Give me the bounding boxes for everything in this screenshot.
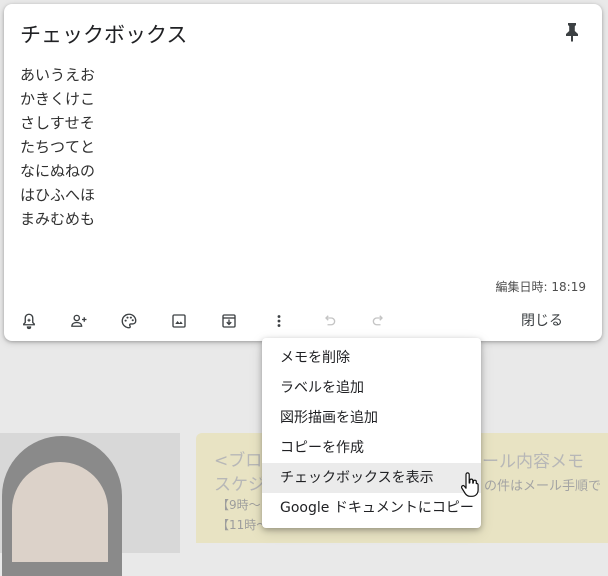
background-note-line: 【9時〜 xyxy=(217,498,261,512)
background-note-subtext: の件はメール手順で xyxy=(484,479,602,494)
note-toolbar: 閉じる xyxy=(4,304,602,338)
redo-icon[interactable] xyxy=(366,308,392,334)
menu-item-add-label[interactable]: ラベルを追加 xyxy=(262,373,481,403)
hand-cursor-icon xyxy=(460,472,480,498)
note-line: たちつてと xyxy=(20,138,96,156)
menu-item-add-drawing[interactable]: 図形描画を追加 xyxy=(262,403,481,433)
background-avatar-face xyxy=(12,462,108,562)
collaborator-icon[interactable] xyxy=(66,308,92,334)
background-note-title: ール内容メモ xyxy=(482,452,584,472)
palette-icon[interactable] xyxy=(116,308,142,334)
background-note-line: スケジ xyxy=(214,475,265,495)
menu-item-show-checkboxes[interactable]: チェックボックスを表示 xyxy=(262,463,481,493)
background-note-line: <ブロ xyxy=(214,451,263,471)
more-options-menu: メモを削除 ラベルを追加 図形描画を追加 コピーを作成 チェックボックスを表示 … xyxy=(262,338,481,528)
image-icon[interactable] xyxy=(166,308,192,334)
note-line: なにぬねの xyxy=(20,162,96,180)
pin-icon[interactable] xyxy=(560,20,584,44)
note-title[interactable]: チェックボックス xyxy=(20,19,187,49)
note-body[interactable]: あいうえお かきくけこ さしすせそ たちつてと なにぬねの はひふへほ まみむめ… xyxy=(20,63,95,231)
more-icon[interactable] xyxy=(266,308,292,334)
undo-icon[interactable] xyxy=(316,308,342,334)
archive-icon[interactable] xyxy=(216,308,242,334)
note-line: はひふへほ xyxy=(20,186,96,204)
close-button[interactable]: 閉じる xyxy=(504,309,580,333)
menu-item-make-copy[interactable]: コピーを作成 xyxy=(262,433,481,463)
note-line: あいうえお xyxy=(20,66,96,84)
note-editor-card: チェックボックス あいうえお かきくけこ さしすせそ たちつてと なにぬねの は… xyxy=(4,4,602,341)
menu-item-delete-note[interactable]: メモを削除 xyxy=(262,343,481,373)
menu-item-copy-to-google-docs[interactable]: Google ドキュメントにコピー xyxy=(262,493,481,523)
background-note-line: 【11時〜 xyxy=(217,518,269,532)
note-line: かきくけこ xyxy=(20,90,96,108)
note-line: さしすせそ xyxy=(20,114,95,132)
note-line: まみむめも xyxy=(20,210,96,228)
edited-timestamp: 編集日時: 18:19 xyxy=(495,280,586,294)
reminder-icon[interactable] xyxy=(16,308,42,334)
